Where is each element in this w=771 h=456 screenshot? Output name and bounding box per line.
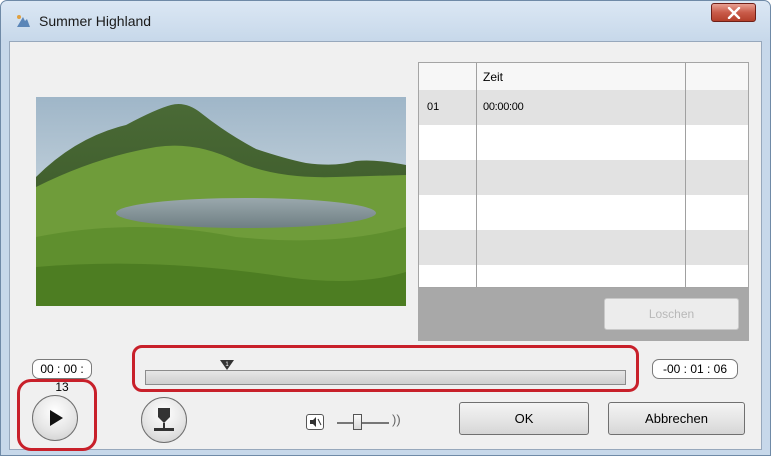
play-icon xyxy=(50,410,63,426)
app-icon xyxy=(17,15,30,27)
delete-button[interactable]: Loschen xyxy=(604,298,739,330)
row-index: 01 xyxy=(427,101,440,113)
title-bar[interactable]: Summer Highland xyxy=(1,1,770,41)
row-time: 00:00:00 xyxy=(483,101,524,113)
table-row[interactable] xyxy=(419,265,748,287)
timeline-track[interactable] xyxy=(145,370,626,385)
table-row[interactable] xyxy=(419,195,748,230)
cancel-button[interactable]: Abbrechen xyxy=(608,402,745,435)
table-header: Zeit xyxy=(419,63,748,91)
dialog-body: Zeit 01 00:00:00 Loschen 00: 00: 13 -0… xyxy=(9,41,762,451)
mute-icon[interactable] xyxy=(306,414,324,430)
remaining-time: -00 : 01 : 06 xyxy=(652,359,738,379)
table-action-panel: Loschen xyxy=(418,288,749,341)
table-row[interactable] xyxy=(419,125,748,160)
add-marker-button[interactable] xyxy=(141,397,187,443)
close-icon xyxy=(727,7,741,19)
column-divider xyxy=(685,63,686,287)
play-button[interactable] xyxy=(32,395,78,441)
volume-slider-thumb[interactable] xyxy=(353,414,362,430)
video-preview xyxy=(36,97,406,306)
timeline-marker-icon[interactable]: 1 xyxy=(219,359,235,371)
add-marker-icon xyxy=(154,408,174,431)
table-row[interactable] xyxy=(419,230,748,265)
dialog-window: Summer Highland Zeit 01 00:00:00 Loschen… xyxy=(0,0,771,456)
close-button[interactable] xyxy=(711,3,756,22)
column-header-zeit: Zeit xyxy=(483,70,504,84)
marker-table[interactable]: Zeit 01 00:00:00 xyxy=(418,62,749,288)
speaker-muted-icon xyxy=(310,417,322,427)
volume-wave-icon: )) xyxy=(392,412,401,427)
ok-button[interactable]: OK xyxy=(459,402,589,435)
volume-track[interactable] xyxy=(337,422,389,424)
table-row[interactable]: 01 00:00:00 xyxy=(419,90,748,125)
column-divider xyxy=(476,63,477,287)
elapsed-time: 00 : 00 : 13 xyxy=(32,359,92,394)
table-row[interactable] xyxy=(419,160,748,195)
window-title: Summer Highland xyxy=(39,13,152,29)
